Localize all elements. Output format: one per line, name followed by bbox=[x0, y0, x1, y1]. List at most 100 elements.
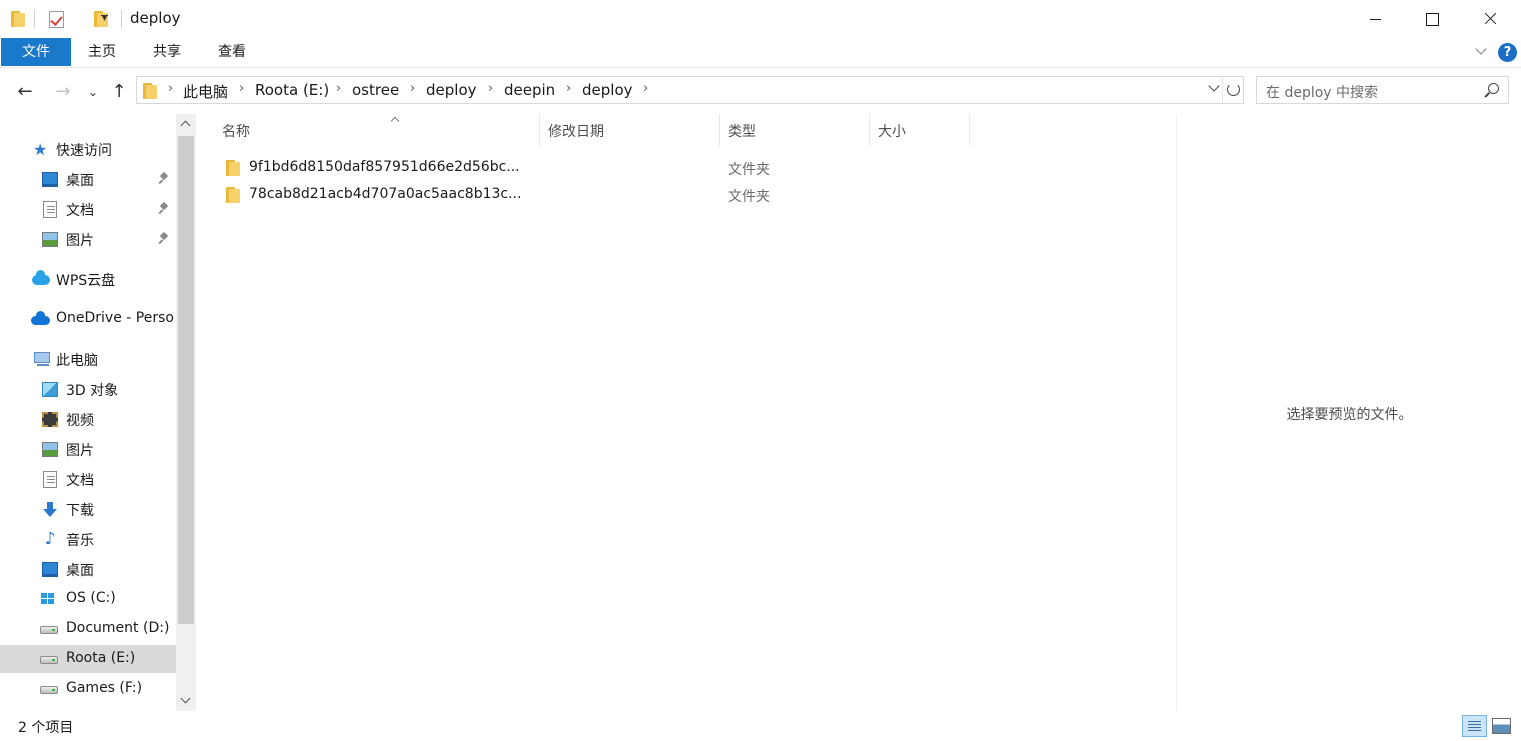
breadcrumb-separator[interactable]: › bbox=[168, 81, 173, 96]
column-label: 名称 bbox=[222, 124, 250, 140]
document-icon bbox=[43, 471, 57, 488]
sidebar-item-label: Games (F:) bbox=[66, 680, 143, 696]
sidebar-item-pictures-pinned[interactable]: 图片 bbox=[0, 225, 176, 253]
breadcrumb-separator[interactable]: › bbox=[566, 81, 571, 96]
tab-share[interactable]: 共享 bbox=[153, 38, 181, 66]
os-drive-icon bbox=[41, 592, 57, 607]
file-type: 文件夹 bbox=[728, 162, 770, 178]
search-icon[interactable] bbox=[1483, 83, 1499, 99]
toolbar-divider bbox=[34, 10, 35, 28]
breadcrumb-deepin[interactable]: deepin bbox=[504, 81, 555, 99]
sidebar-item-label: 桌面 bbox=[66, 173, 94, 189]
address-dropdown-icon[interactable] bbox=[1207, 82, 1221, 96]
close-button[interactable] bbox=[1461, 0, 1519, 38]
sidebar-item-quick-access[interactable]: ★ 快速访问 bbox=[0, 135, 176, 163]
pin-icon[interactable] bbox=[159, 203, 169, 215]
forward-button[interactable]: → bbox=[52, 82, 74, 102]
sidebar-item-label: 图片 bbox=[66, 443, 94, 459]
column-header-date-modified[interactable]: 修改日期 bbox=[540, 114, 720, 146]
sidebar-item-pictures[interactable]: 图片 bbox=[0, 435, 176, 463]
document-icon bbox=[43, 201, 57, 218]
file-type: 文件夹 bbox=[728, 189, 770, 205]
sidebar-item-downloads[interactable]: 下载 bbox=[0, 495, 176, 523]
sidebar-item-wps-cloud[interactable]: WPS云盘 bbox=[0, 265, 176, 293]
window-title: deploy bbox=[130, 9, 181, 27]
3d-objects-icon bbox=[42, 382, 58, 397]
pin-icon[interactable] bbox=[159, 173, 169, 185]
address-bar[interactable]: › 此电脑 › Roota (E:) › ostree › deploy › d… bbox=[136, 76, 1244, 104]
breadcrumb-separator[interactable]: › bbox=[488, 81, 493, 96]
sidebar-item-videos[interactable]: 视频 bbox=[0, 405, 176, 433]
tab-file[interactable]: 文件 bbox=[1, 38, 71, 66]
breadcrumb-separator[interactable]: › bbox=[239, 81, 244, 96]
breadcrumb-separator[interactable]: › bbox=[643, 81, 648, 96]
preview-pane: 选择要预览的文件。 bbox=[1176, 114, 1521, 711]
back-button[interactable]: ← bbox=[14, 82, 36, 102]
search-input[interactable]: 在 deploy 中搜索 bbox=[1256, 76, 1509, 104]
cloud-icon bbox=[32, 270, 50, 285]
column-label: 大小 bbox=[878, 124, 906, 140]
sidebar-item-label: Document (D:) bbox=[66, 620, 170, 636]
sidebar-item-desktop[interactable]: 桌面 bbox=[0, 555, 176, 583]
drive-icon bbox=[40, 656, 58, 664]
maximize-button[interactable] bbox=[1403, 0, 1461, 38]
up-button[interactable]: ↑ bbox=[108, 82, 130, 102]
sidebar-item-label: 文档 bbox=[66, 473, 94, 489]
pictures-icon bbox=[42, 442, 58, 457]
table-row[interactable]: 78cab8d21acb4d707a0ac5aac8b13c... 文件夹 bbox=[222, 183, 770, 207]
column-header-size[interactable]: 大小 bbox=[870, 114, 970, 146]
pin-icon[interactable] bbox=[159, 233, 169, 245]
sidebar-item-onedrive[interactable]: OneDrive - Perso bbox=[0, 305, 176, 333]
toolbar-divider bbox=[121, 10, 122, 28]
sidebar-item-documents[interactable]: 文档 bbox=[0, 465, 176, 493]
sort-ascending-icon bbox=[390, 116, 400, 124]
expand-ribbon-icon[interactable] bbox=[1474, 46, 1488, 56]
scrollbar-thumb[interactable] bbox=[178, 136, 194, 624]
help-button[interactable]: ? bbox=[1498, 43, 1517, 62]
status-bar: 2 个项目 bbox=[0, 711, 1521, 741]
breadcrumb-deploy[interactable]: deploy bbox=[426, 81, 477, 99]
sidebar-item-games-drive[interactable]: Games (F:) bbox=[0, 675, 176, 703]
sidebar-item-os-drive[interactable]: OS (C:) bbox=[0, 585, 176, 613]
sidebar-item-documents-pinned[interactable]: 文档 bbox=[0, 195, 176, 223]
sidebar-item-label: 此电脑 bbox=[56, 353, 98, 369]
sidebar-item-document-drive[interactable]: Document (D:) bbox=[0, 615, 176, 643]
details-view-icon[interactable] bbox=[1462, 715, 1487, 737]
desktop-icon bbox=[42, 172, 58, 187]
breadcrumb-roota[interactable]: Roota (E:) bbox=[255, 81, 329, 99]
large-icons-view-icon[interactable] bbox=[1492, 718, 1511, 734]
title-bar: ▾ deploy bbox=[0, 0, 1521, 38]
refresh-icon[interactable] bbox=[1222, 76, 1244, 104]
minimize-button[interactable] bbox=[1347, 0, 1405, 38]
recent-locations-button[interactable]: ⌄ bbox=[86, 82, 100, 102]
sidebar-item-label: Roota (E:) bbox=[66, 650, 136, 666]
star-icon: ★ bbox=[33, 140, 48, 159]
sidebar-item-roota-drive[interactable]: Roota (E:) bbox=[0, 645, 176, 673]
search-placeholder: 在 deploy 中搜索 bbox=[1266, 85, 1379, 101]
scroll-down-icon[interactable] bbox=[176, 691, 196, 711]
onedrive-icon bbox=[31, 311, 50, 325]
tab-view[interactable]: 查看 bbox=[218, 38, 246, 66]
sidebar-item-3d-objects[interactable]: 3D 对象 bbox=[0, 375, 176, 403]
sidebar-item-this-pc[interactable]: 此电脑 bbox=[0, 345, 176, 373]
breadcrumb-separator[interactable]: › bbox=[410, 81, 415, 96]
sidebar-item-desktop-pinned[interactable]: 桌面 bbox=[0, 165, 176, 193]
table-row[interactable]: 9f1bd6d8150daf857951d66e2d56bc... 文件夹 bbox=[222, 156, 770, 180]
drive-icon bbox=[40, 626, 58, 634]
sidebar-item-music[interactable]: ♪ 音乐 bbox=[0, 525, 176, 553]
sidebar-scrollbar[interactable] bbox=[176, 114, 196, 711]
folder-icon bbox=[143, 83, 157, 99]
column-header-name[interactable]: 名称 bbox=[214, 114, 540, 146]
column-header-type[interactable]: 类型 bbox=[720, 114, 870, 146]
customize-dropdown-icon[interactable]: ▾ bbox=[99, 12, 110, 26]
navigation-pane: ★ 快速访问 桌面 文档 图片 WPS云盘 OneDrive - Perso 此… bbox=[0, 114, 196, 711]
breadcrumb-deploy-current[interactable]: deploy bbox=[582, 81, 633, 99]
drive-icon bbox=[40, 686, 58, 694]
breadcrumb-separator[interactable]: › bbox=[336, 81, 341, 96]
breadcrumb-this-pc[interactable]: 此电脑 bbox=[183, 81, 228, 102]
breadcrumb-ostree[interactable]: ostree bbox=[352, 81, 399, 99]
scroll-up-icon[interactable] bbox=[176, 114, 196, 134]
properties-icon[interactable] bbox=[49, 11, 64, 28]
file-list: 名称 修改日期 类型 大小 9f1bd6d8150daf857951d66e2d… bbox=[196, 114, 1176, 711]
tab-home[interactable]: 主页 bbox=[88, 38, 116, 66]
